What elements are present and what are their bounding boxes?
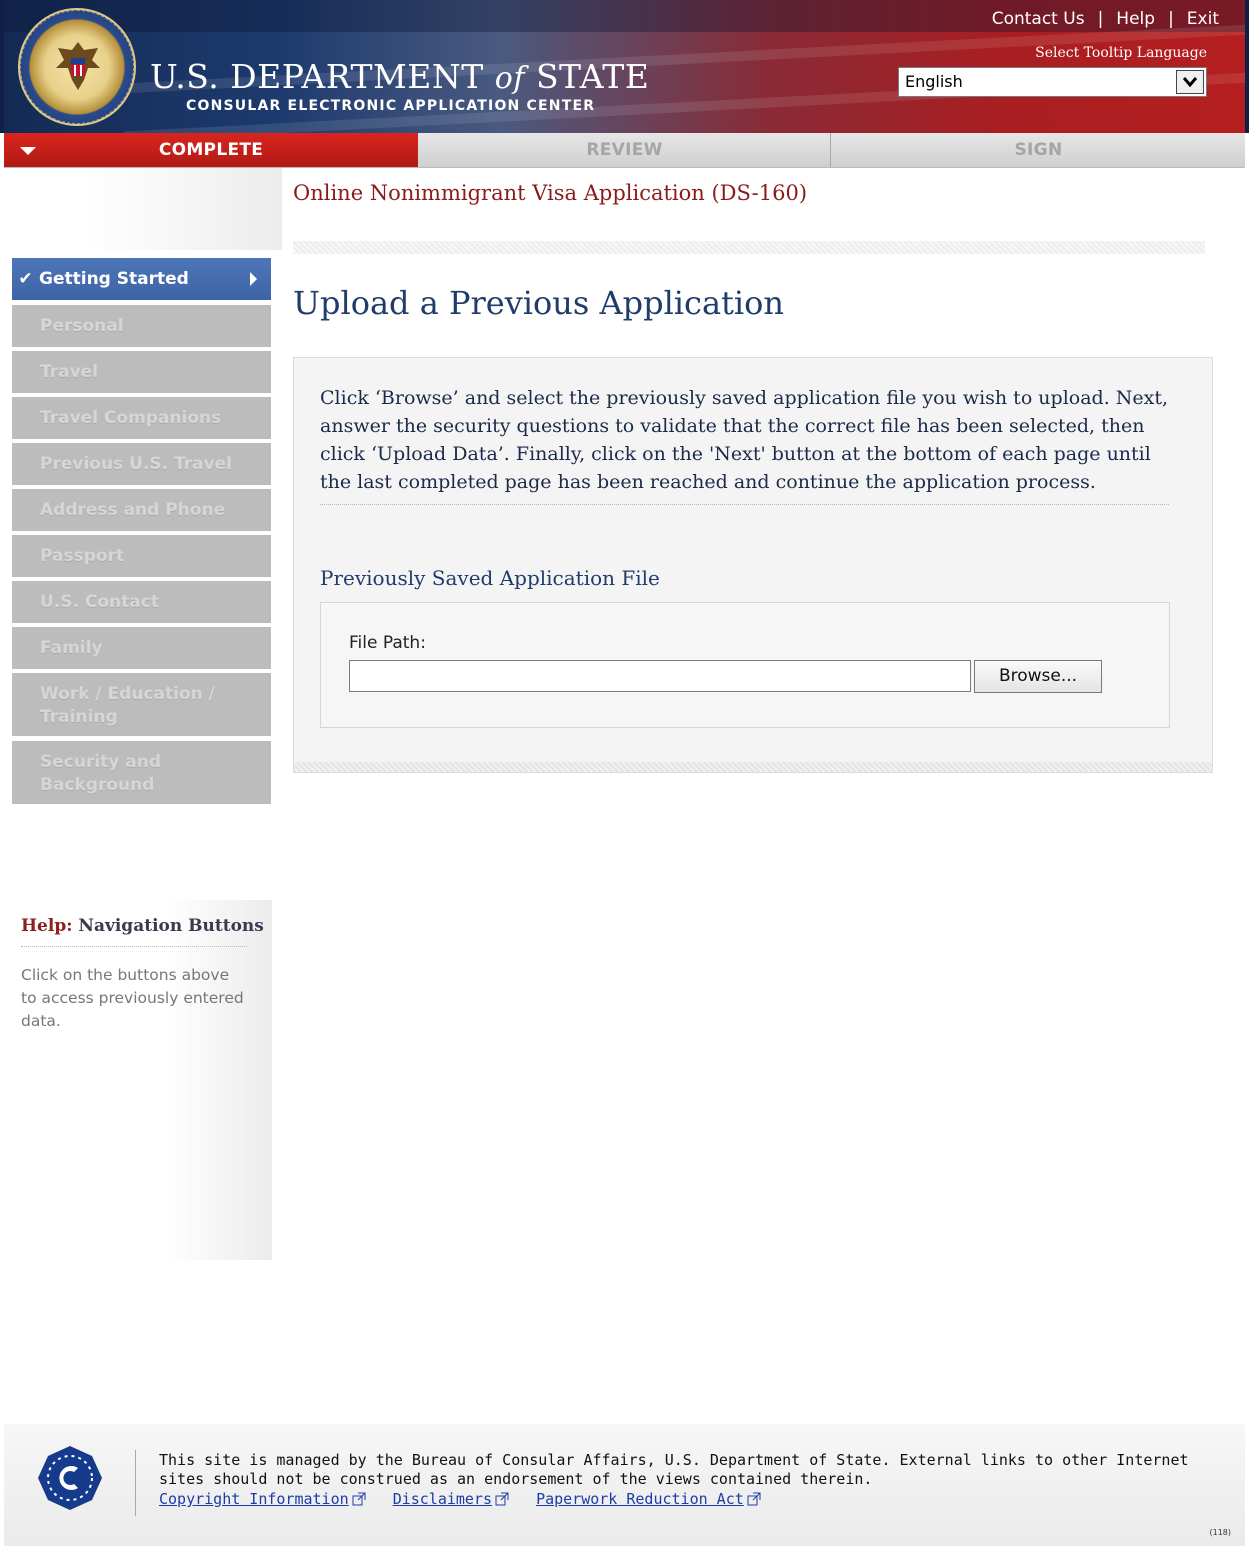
exit-link[interactable]: Exit xyxy=(1187,9,1219,29)
step-sign: SIGN xyxy=(832,133,1245,167)
instructions-divider xyxy=(320,504,1169,505)
sidebar-item-label: Travel Companions xyxy=(40,408,222,428)
sidebar-item-label: Travel xyxy=(40,362,99,382)
sidebar-item-label: Getting Started xyxy=(39,269,189,289)
eagle-icon xyxy=(56,42,100,90)
external-link-icon xyxy=(352,1492,366,1506)
title-divider xyxy=(293,241,1205,254)
file-path-input[interactable] xyxy=(349,660,971,692)
sidebar-item-label: Work / Education / Training xyxy=(40,684,215,727)
sidebar-item-label: Personal xyxy=(40,316,124,336)
help-link[interactable]: Help xyxy=(1116,9,1155,29)
department-seal-logo xyxy=(18,8,136,126)
triangle-down-icon xyxy=(20,147,36,155)
section-title: Previously Saved Application File xyxy=(320,566,660,590)
contact-us-link[interactable]: Contact Us xyxy=(992,9,1085,29)
tooltip-language-label: Select Tooltip Language xyxy=(1035,45,1207,61)
sidebar-item-label: Family xyxy=(40,638,103,658)
footer-links: Copyright Information Disclaimers Paperw… xyxy=(159,1490,779,1508)
dept-title-prefix: U.S. DEPARTMENT xyxy=(150,57,495,96)
disclaimers-link[interactable]: Disclaimers xyxy=(393,1490,509,1508)
dept-title-suffix: STATE xyxy=(524,57,650,96)
step-review-label: REVIEW xyxy=(586,140,663,160)
progress-steps: COMPLETE REVIEW SIGN xyxy=(4,133,1245,168)
sidebar-item-label: Security and Background xyxy=(40,752,162,795)
instructions-text: Click ‘Browse’ and select the previously… xyxy=(320,387,1169,493)
chevron-down-icon[interactable] xyxy=(1176,70,1204,94)
help-panel: Help: Navigation Buttons Click on the bu… xyxy=(4,900,272,1260)
browse-button[interactable]: Browse... xyxy=(974,660,1102,693)
copyright-link-label: Copyright Information xyxy=(159,1490,349,1508)
language-selected-value: English xyxy=(905,72,963,91)
sidebar-top-shade xyxy=(4,168,282,250)
sidebar-item-label: Previous U.S. Travel xyxy=(40,454,233,474)
tooltip-language-select[interactable]: English xyxy=(898,67,1207,97)
sidebar-item-label: Address and Phone xyxy=(40,500,226,520)
help-text: Click on the buttons above to access pre… xyxy=(21,966,244,1030)
dept-title-of: of xyxy=(494,61,525,96)
form-title: Online Nonimmigrant Visa Application (DS… xyxy=(293,181,808,205)
footer-divider xyxy=(135,1450,136,1516)
sidebar-item-address-and-phone: Address and Phone xyxy=(12,489,271,531)
link-separator: | xyxy=(1097,9,1104,29)
step-sign-label: SIGN xyxy=(1014,140,1063,160)
upload-panel: Click ‘Browse’ and select the previously… xyxy=(293,357,1213,773)
sidebar-item-personal: Personal xyxy=(12,305,271,347)
external-link-icon xyxy=(747,1492,761,1506)
help-title: Help: Navigation Buttons xyxy=(21,916,264,947)
sidebar-item-label: U.S. Contact xyxy=(40,592,159,612)
paperwork-link-label: Paperwork Reduction Act xyxy=(536,1490,744,1508)
department-subtitle: CONSULAR ELECTRONIC APPLICATION CENTER xyxy=(186,98,596,114)
link-separator: | xyxy=(1168,9,1174,29)
sidebar-item-previous-us-travel: Previous U.S. Travel xyxy=(12,443,271,485)
paperwork-reduction-act-link[interactable]: Paperwork Reduction Act xyxy=(536,1490,761,1508)
sidebar-item-travel: Travel xyxy=(12,351,271,393)
page-code: (118) xyxy=(1209,1528,1231,1537)
caret-right-icon xyxy=(250,272,257,286)
sidebar-item-security-and-background: Security and Background xyxy=(12,741,271,804)
sidebar-item-us-contact: U.S. Contact xyxy=(12,581,271,623)
panel-bottom-edge xyxy=(294,762,1212,772)
step-review: REVIEW xyxy=(419,133,831,167)
page-title: Upload a Previous Application xyxy=(293,284,784,322)
step-complete[interactable]: COMPLETE xyxy=(4,133,418,167)
department-title: U.S. DEPARTMENT of STATE xyxy=(150,57,649,96)
footer-disclaimer-text: This site is managed by the Bureau of Co… xyxy=(159,1451,1189,1488)
sidebar-item-travel-companions: Travel Companions xyxy=(12,397,271,439)
file-path-label: File Path: xyxy=(349,633,426,653)
file-upload-box: File Path: Browse... xyxy=(320,602,1170,728)
sidebar-item-label: Passport xyxy=(40,546,125,566)
sidebar-item-getting-started[interactable]: ✔ Getting Started xyxy=(12,258,271,300)
help-title-text: Navigation Buttons xyxy=(72,916,264,936)
help-keyword: Help: xyxy=(21,916,73,936)
disclaimers-link-label: Disclaimers xyxy=(392,1490,493,1508)
sidebar-item-work-education-training: Work / Education / Training xyxy=(12,673,271,736)
header-links: Contact Us | Help | Exit xyxy=(992,9,1219,29)
sidebar-item-passport: Passport xyxy=(12,535,271,577)
copyright-information-link[interactable]: Copyright Information xyxy=(159,1490,366,1508)
external-link-icon xyxy=(495,1492,509,1506)
sidebar-item-family: Family xyxy=(12,627,271,669)
check-icon: ✔ xyxy=(18,269,33,289)
site-footer: This site is managed by the Bureau of Co… xyxy=(4,1424,1245,1546)
step-complete-label: COMPLETE xyxy=(158,140,264,160)
consular-affairs-logo xyxy=(38,1446,102,1510)
